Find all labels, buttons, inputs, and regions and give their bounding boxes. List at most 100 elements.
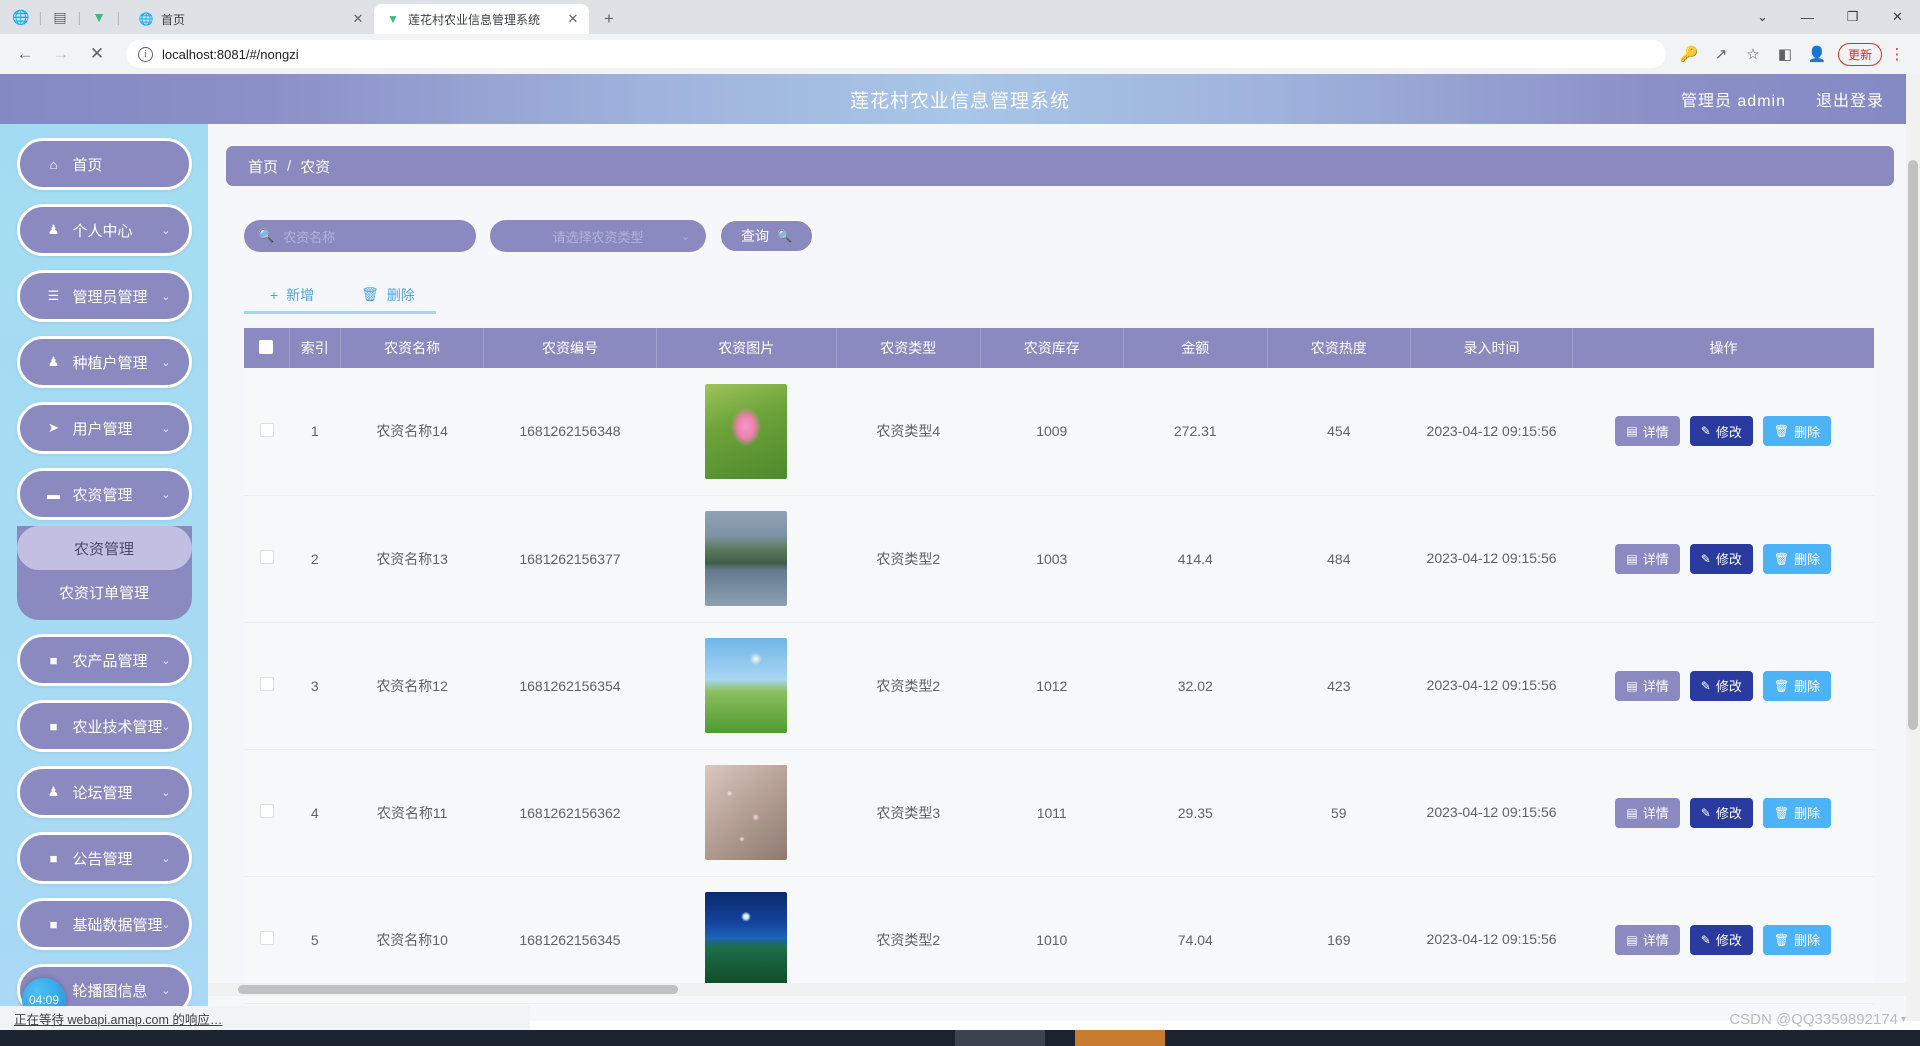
- new-tab-button[interactable]: +: [595, 5, 623, 33]
- back-icon[interactable]: ←: [10, 39, 40, 69]
- watermark-text: CSDN @QQ3359892174: [1729, 1011, 1898, 1028]
- select-all-header[interactable]: [244, 328, 290, 368]
- minimize-icon[interactable]: —: [1785, 0, 1830, 34]
- cell-amount: 29.35: [1123, 749, 1268, 877]
- close-icon[interactable]: ✕: [565, 11, 581, 27]
- cell-image[interactable]: [656, 622, 837, 750]
- logout-button[interactable]: 退出登录: [1816, 87, 1884, 111]
- browser-tab-1[interactable]: 🌐 首页 ✕: [127, 4, 374, 34]
- sidebar-item-1[interactable]: ♟ 个人中心 ⌄: [16, 204, 192, 256]
- row-checkbox[interactable]: [259, 677, 274, 691]
- delete-row-button[interactable]: 🗑 删除: [1762, 543, 1832, 574]
- cell-image[interactable]: [656, 368, 837, 496]
- mountain-lake-village-photo[interactable]: [705, 511, 788, 606]
- sidebar-item-4[interactable]: ➤ 用户管理 ⌄: [16, 402, 192, 454]
- cell-code: 1681262156362: [483, 749, 657, 877]
- info-icon[interactable]: i: [138, 46, 153, 62]
- column-header-0: 索引: [289, 328, 341, 368]
- cherry-blossom-photo[interactable]: [705, 765, 788, 860]
- delete-row-button[interactable]: 🗑 删除: [1762, 924, 1832, 955]
- cell-heat: 59: [1267, 749, 1411, 877]
- vertical-scrollbar-thumb[interactable]: [1908, 160, 1918, 730]
- type-select[interactable]: 请选择农资类型 ⌄: [490, 220, 706, 252]
- v-logo-icon: ▼: [92, 9, 106, 25]
- detail-button[interactable]: ▤ 详情: [1615, 543, 1680, 574]
- share-icon[interactable]: ↗: [1706, 39, 1736, 69]
- taskbar-item[interactable]: [1075, 1030, 1165, 1046]
- briefcase-icon: ▬: [47, 486, 60, 502]
- sidebar-item-8[interactable]: ♟ 论坛管理 ⌄: [16, 766, 192, 818]
- edit-button[interactable]: ✎ 修改: [1689, 797, 1753, 828]
- horizontal-scrollbar-thumb[interactable]: [238, 985, 678, 994]
- cell-image[interactable]: [656, 495, 837, 623]
- cell-actions: ▤ 详情 ✎ 修改 🗑 删除: [1572, 368, 1874, 496]
- close-icon[interactable]: ✕: [350, 11, 366, 27]
- add-button[interactable]: + 新增: [244, 278, 340, 314]
- sidebar-item-10[interactable]: ■ 基础数据管理 ⌄: [16, 898, 192, 950]
- edit-button[interactable]: ✎ 修改: [1689, 543, 1753, 574]
- row-checkbox[interactable]: [259, 422, 274, 437]
- detail-button[interactable]: ▤ 详情: [1615, 416, 1680, 447]
- row-select-cell[interactable]: [244, 368, 290, 496]
- delete-row-button[interactable]: 🗑 删除: [1762, 670, 1832, 701]
- edit-button[interactable]: ✎ 修改: [1689, 670, 1753, 701]
- select-all-checkbox[interactable]: [259, 339, 274, 354]
- table-row[interactable]: 4 农资名称11 1681262156362 农资类型3 1011 29.35 59 2023…: [244, 749, 1874, 877]
- sidebar-item-7[interactable]: ■ 农业技术管理 ⌄: [16, 700, 192, 752]
- sidebar-submenu-item-1[interactable]: 农资订单管理: [17, 570, 192, 614]
- update-button[interactable]: 更新: [1837, 42, 1882, 66]
- lotus-flower-photo[interactable]: [705, 383, 788, 479]
- close-icon[interactable]: ✕: [1875, 0, 1920, 34]
- row-checkbox[interactable]: [259, 550, 274, 564]
- green-meadow-sky-photo[interactable]: [705, 638, 788, 733]
- night-moon-field-photo[interactable]: [705, 892, 788, 987]
- sidebar-item-2[interactable]: ☰ 管理员管理 ⌄: [16, 270, 192, 322]
- sidepanel-icon[interactable]: ◧: [1770, 39, 1800, 69]
- cell-amount: 32.02: [1123, 622, 1268, 750]
- sidebar-item-9[interactable]: ■ 公告管理 ⌄: [16, 832, 192, 884]
- detail-button[interactable]: ▤ 详情: [1615, 924, 1680, 955]
- edit-button[interactable]: ✎ 修改: [1689, 416, 1753, 447]
- horizontal-scrollbar[interactable]: [208, 983, 1906, 996]
- browser-menu-icon[interactable]: ⋮: [1884, 39, 1910, 69]
- search-input[interactable]: 🔍 农资名称: [244, 220, 476, 252]
- row-checkbox[interactable]: [259, 804, 274, 818]
- filter-bar: 🔍 农资名称 请选择农资类型 ⌄ 查询 🔍: [226, 220, 1894, 252]
- forward-icon[interactable]: →: [46, 39, 76, 69]
- send-icon: ➤: [48, 420, 59, 435]
- sidebar-item-6[interactable]: ■ 农产品管理 ⌄: [16, 634, 192, 686]
- sidebar-item-3[interactable]: ♟ 种植户管理 ⌄: [16, 336, 192, 388]
- table-row[interactable]: 3 农资名称12 1681262156354 农资类型2 1012 32.02 423 202…: [244, 622, 1874, 750]
- taskbar-item[interactable]: [955, 1030, 1045, 1046]
- profile-icon[interactable]: 👤: [1802, 39, 1832, 69]
- sidebar-submenu-item-0[interactable]: 农资管理: [16, 526, 192, 570]
- address-bar[interactable]: i localhost:8081/#/nongzi: [126, 40, 1666, 68]
- search-button[interactable]: 查询 🔍: [720, 220, 813, 252]
- sidebar-item-5[interactable]: ▬ 农资管理 ⌄: [16, 468, 192, 520]
- edit-button[interactable]: ✎ 修改: [1689, 924, 1753, 955]
- browser-tab-2[interactable]: ▼ 莲花村农业信息管理系统 ✕: [374, 4, 589, 34]
- breadcrumb-home[interactable]: 首页: [248, 156, 278, 177]
- cell-time: 2023-04-12 09:15:56: [1410, 622, 1573, 750]
- row-select-cell[interactable]: [244, 749, 290, 877]
- delete-row-button[interactable]: 🗑 删除: [1762, 797, 1832, 828]
- key-icon[interactable]: 🔑: [1674, 39, 1704, 69]
- row-select-cell[interactable]: [244, 495, 290, 623]
- maximize-icon[interactable]: ❐: [1830, 0, 1875, 34]
- stop-loading-icon[interactable]: ✕: [82, 39, 112, 69]
- chevron-down-icon[interactable]: ⌄: [1740, 0, 1785, 34]
- cell-image[interactable]: [656, 749, 837, 877]
- data-table: 索引 农资名称 农资编号 农资图片 农资类型 农资库存 金额 农资热度 录入时间 操作 1 农资名称…: [244, 328, 1874, 1004]
- vertical-scrollbar[interactable]: [1906, 74, 1920, 1021]
- table-row[interactable]: 2 农资名称13 1681262156377 农资类型2 1003 414.4 484 202…: [244, 495, 1874, 623]
- table-row[interactable]: 1 农资名称14 1681262156348 农资类型4 1009 272.31 454 20…: [244, 368, 1874, 496]
- delete-row-button[interactable]: 🗑 删除: [1762, 416, 1832, 447]
- detail-button[interactable]: ▤ 详情: [1615, 670, 1680, 701]
- star-icon[interactable]: ☆: [1738, 39, 1768, 69]
- delete-button[interactable]: 🗑 删除: [340, 278, 436, 314]
- status-text: 正在等待 webapi.amap.com 的响应…: [14, 1012, 223, 1027]
- detail-button[interactable]: ▤ 详情: [1615, 797, 1680, 828]
- row-checkbox[interactable]: [259, 931, 274, 945]
- row-select-cell[interactable]: [244, 622, 290, 750]
- sidebar-item-0[interactable]: ⌂ 首页: [16, 138, 192, 190]
